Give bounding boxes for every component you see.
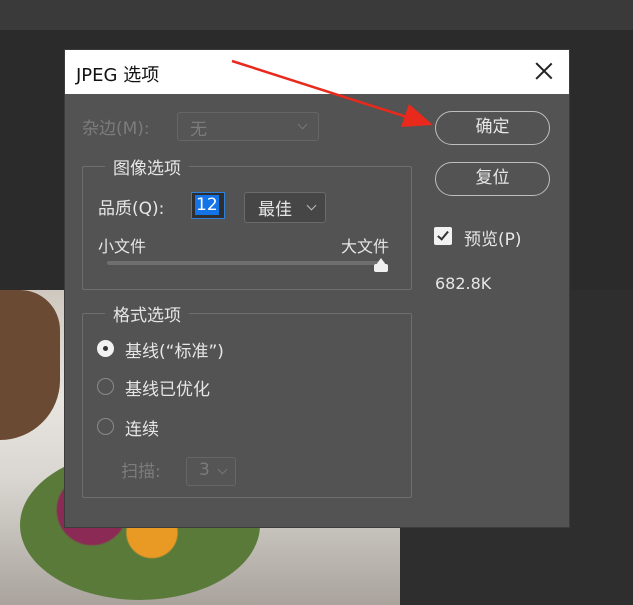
- matte-select[interactable]: 无: [177, 112, 319, 141]
- quality-slider-thumb[interactable]: [374, 258, 388, 272]
- baseline-optimized-radio[interactable]: [97, 378, 114, 395]
- scans-select[interactable]: 3: [186, 457, 236, 486]
- progressive-radio[interactable]: [97, 418, 114, 435]
- scans-label: 扫描:: [121, 462, 161, 482]
- ok-button[interactable]: 确定: [435, 111, 550, 145]
- quality-preset-select[interactable]: 最佳: [244, 192, 326, 223]
- matte-value: 无: [190, 120, 207, 140]
- file-size-readout: 682.8K: [435, 274, 492, 293]
- dialog-title: JPEG 选项: [76, 65, 160, 86]
- quality-input[interactable]: 12: [191, 192, 225, 219]
- matte-label: 杂边(M):: [82, 119, 150, 139]
- baseline-standard-label: 基线(“标准”): [125, 342, 224, 362]
- app-top-bar: [0, 0, 633, 30]
- preview-label[interactable]: 预览(P): [464, 225, 522, 250]
- baseline-standard-radio[interactable]: [97, 340, 114, 357]
- large-file-label: 大文件: [341, 237, 390, 256]
- chevron-down-icon: [217, 464, 228, 475]
- quality-slider-track[interactable]: [107, 261, 385, 265]
- chevron-down-icon: [306, 200, 317, 211]
- image-options-title: 图像选项: [105, 154, 189, 179]
- dialog-title-bar: JPEG 选项: [65, 50, 569, 94]
- photo-hair-region: [0, 290, 60, 440]
- scans-value: 3: [199, 460, 210, 480]
- close-icon[interactable]: [533, 60, 555, 82]
- progressive-label: 连续: [125, 420, 159, 440]
- quality-value: 12: [195, 195, 219, 215]
- chevron-down-icon: [297, 119, 308, 130]
- quality-preset-value: 最佳: [258, 200, 292, 220]
- quality-label: 品质(Q):: [98, 199, 165, 219]
- baseline-optimized-label: 基线已优化: [125, 380, 210, 400]
- image-options-group: [82, 166, 412, 290]
- preview-checkbox[interactable]: [434, 227, 452, 245]
- format-options-title: 格式选项: [105, 301, 189, 326]
- reset-button[interactable]: 复位: [435, 162, 550, 196]
- jpeg-options-dialog: JPEG 选项 杂边(M): 无 图像选项 品质(Q): 12 最佳 小文件 大…: [65, 50, 569, 527]
- small-file-label: 小文件: [98, 237, 147, 256]
